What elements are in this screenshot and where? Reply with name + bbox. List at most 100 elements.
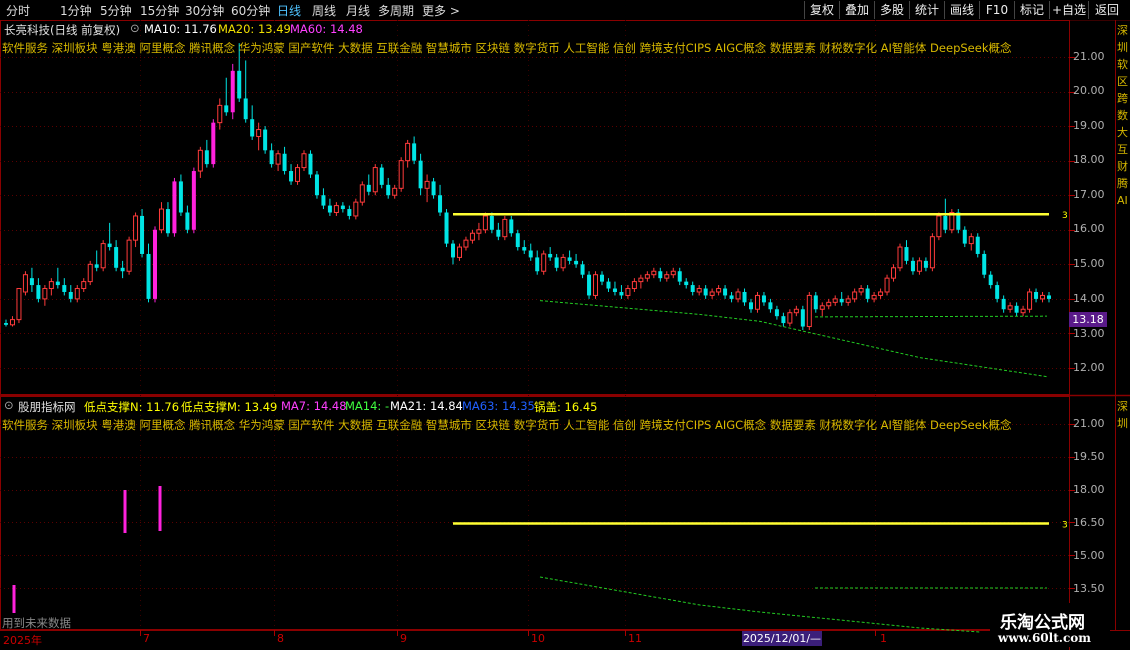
candle-body [476, 229, 482, 234]
y-tick: 18.00 [1073, 483, 1105, 496]
add-watchlist-button[interactable]: +自选 [1049, 1, 1088, 19]
side-concepts: 深圳软区跨数大互财腾AI [1117, 24, 1128, 207]
candle-body [684, 281, 689, 286]
y-tick: 21.00 [1073, 417, 1105, 430]
y-tick: 15.00 [1073, 257, 1105, 270]
candle-body [74, 288, 80, 300]
period-tab[interactable]: 周线 [312, 2, 336, 19]
period-tab-active[interactable]: 日线 [277, 2, 301, 19]
candle-body [742, 291, 747, 303]
candle-body [754, 294, 760, 310]
legend-low-support-n: 低点支撑N: 11.76 [84, 400, 180, 414]
candle-body [392, 187, 398, 196]
period-tab[interactable]: 多周期 [378, 2, 414, 19]
dropdown-circle-icon[interactable]: ⊙ [4, 398, 14, 412]
candle-body [418, 160, 423, 189]
x-tick: 10 [531, 632, 545, 645]
candle-body [204, 150, 209, 165]
candle-body [250, 119, 255, 137]
sub-support-n-line [539, 576, 981, 633]
candle-body [541, 253, 547, 272]
main-panel-border [0, 20, 1070, 395]
candle-body [787, 312, 793, 324]
candle-body [988, 274, 993, 286]
mark-button[interactable]: 标记 [1014, 1, 1049, 19]
period-tab[interactable]: 15分钟 [140, 2, 179, 19]
f10-button[interactable]: F10 [979, 1, 1014, 19]
x-tick: 2025年 [3, 634, 42, 647]
cursor-date: 2025/12/01/— [742, 631, 822, 646]
candle-body [982, 253, 987, 275]
ma20-legend: MA20: 13.49 [218, 22, 291, 36]
candle-body [703, 288, 708, 296]
candle-body [451, 243, 455, 258]
candle-body [185, 212, 190, 230]
candle-body [469, 232, 475, 241]
y-tick: 16.50 [1073, 516, 1105, 529]
candle-body [243, 98, 248, 120]
candle-body [793, 308, 799, 314]
back-button[interactable]: 返回 [1088, 1, 1125, 19]
candle-body [224, 105, 229, 113]
candle-body [456, 246, 462, 258]
candle-body [87, 263, 93, 283]
y-tick: 20.00 [1073, 84, 1105, 97]
fuquan-button[interactable]: 复权 [804, 1, 839, 19]
candle-body [9, 319, 15, 326]
period-tab[interactable]: 60分钟 [231, 2, 270, 19]
candle-body [133, 215, 139, 241]
candle-body [36, 285, 41, 299]
candle-body [574, 260, 579, 265]
candle-body [172, 181, 177, 234]
draw-button[interactable]: 画线 [944, 1, 979, 19]
candle-body [936, 215, 942, 238]
more-menu[interactable]: 更多 > [422, 2, 460, 19]
candle-body [929, 236, 935, 269]
candle-body [126, 239, 132, 272]
candle-body [891, 267, 897, 279]
candle-body [858, 288, 864, 293]
candle-body [871, 294, 877, 300]
candle-body [535, 257, 540, 272]
candle-body [146, 253, 151, 299]
candle-body [509, 219, 514, 234]
candle-body [1047, 295, 1051, 299]
candle-body [153, 229, 157, 299]
multi-stock-button[interactable]: 多股 [874, 1, 909, 19]
candle-body [560, 256, 566, 269]
period-tab[interactable]: 30分钟 [185, 2, 224, 19]
candle-body [781, 316, 786, 324]
candle-body [904, 247, 909, 261]
candle-body [548, 253, 553, 258]
candle-body [140, 215, 145, 254]
period-tab[interactable]: 1分钟 [60, 2, 92, 19]
kline-chart[interactable]: 33 [0, 20, 1130, 650]
candle-body [22, 274, 28, 293]
candle-body [943, 215, 948, 230]
candle-body [606, 281, 611, 289]
dropdown-circle-icon[interactable]: ⊙ [130, 21, 140, 35]
y-tick: 13.00 [1073, 327, 1105, 340]
stats-button[interactable]: 统计 [909, 1, 944, 19]
candle-body [1027, 291, 1033, 310]
candle-body [295, 167, 301, 182]
candle-body [289, 171, 294, 182]
candle-body [81, 281, 87, 290]
y-tick: 15.00 [1073, 549, 1105, 562]
candle-body [677, 271, 682, 282]
candle-body [975, 236, 980, 254]
candle-body [897, 246, 903, 269]
overlay-button[interactable]: 叠加 [839, 1, 874, 19]
candle-body [107, 243, 112, 248]
candle-body [800, 309, 805, 327]
period-tab[interactable]: 5分钟 [100, 2, 132, 19]
period-tab[interactable]: 分时 [6, 2, 30, 19]
period-tab[interactable]: 月线 [346, 2, 370, 19]
x-tick: 1 [880, 632, 887, 645]
candle-body [709, 291, 715, 296]
watermark-url: www.60lt.com [998, 631, 1091, 645]
candle-body [438, 195, 443, 213]
candle-body [405, 142, 411, 162]
legend-ma14: MA14: - [345, 399, 390, 413]
candle-body [359, 184, 365, 203]
